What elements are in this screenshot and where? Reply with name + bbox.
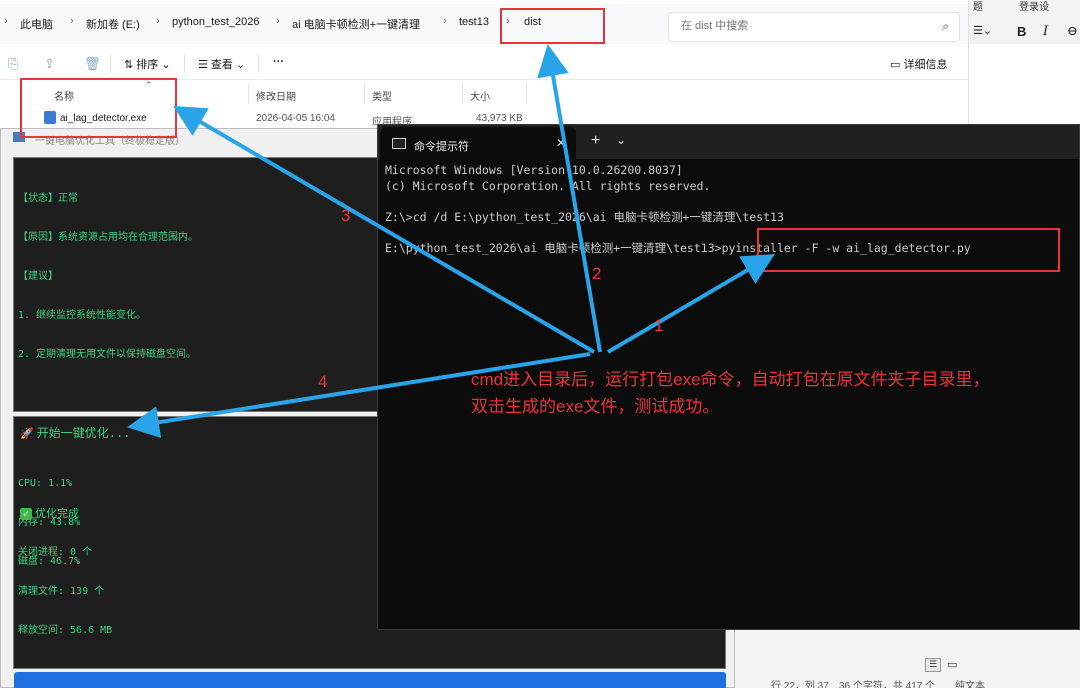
annotation-number-3: 3 bbox=[341, 206, 351, 225]
annotation-caption: cmd进入目录后，运行打包exe命令，自动打包在原文件夹子目录里， 双击生成的e… bbox=[471, 366, 990, 420]
annotation-number-1: 1 bbox=[654, 316, 664, 335]
arrow-3 bbox=[173, 105, 596, 354]
caption-line: cmd进入目录后，运行打包exe命令，自动打包在原文件夹子目录里， bbox=[471, 370, 990, 389]
annotation-number-2: 2 bbox=[592, 264, 602, 283]
caption-line: 双击生成的exe文件，测试成功。 bbox=[471, 397, 720, 416]
annotation-number-4: 4 bbox=[318, 372, 328, 391]
annotation-arrows bbox=[127, 44, 775, 439]
arrow-2 bbox=[537, 44, 602, 353]
arrow-1 bbox=[606, 253, 775, 354]
